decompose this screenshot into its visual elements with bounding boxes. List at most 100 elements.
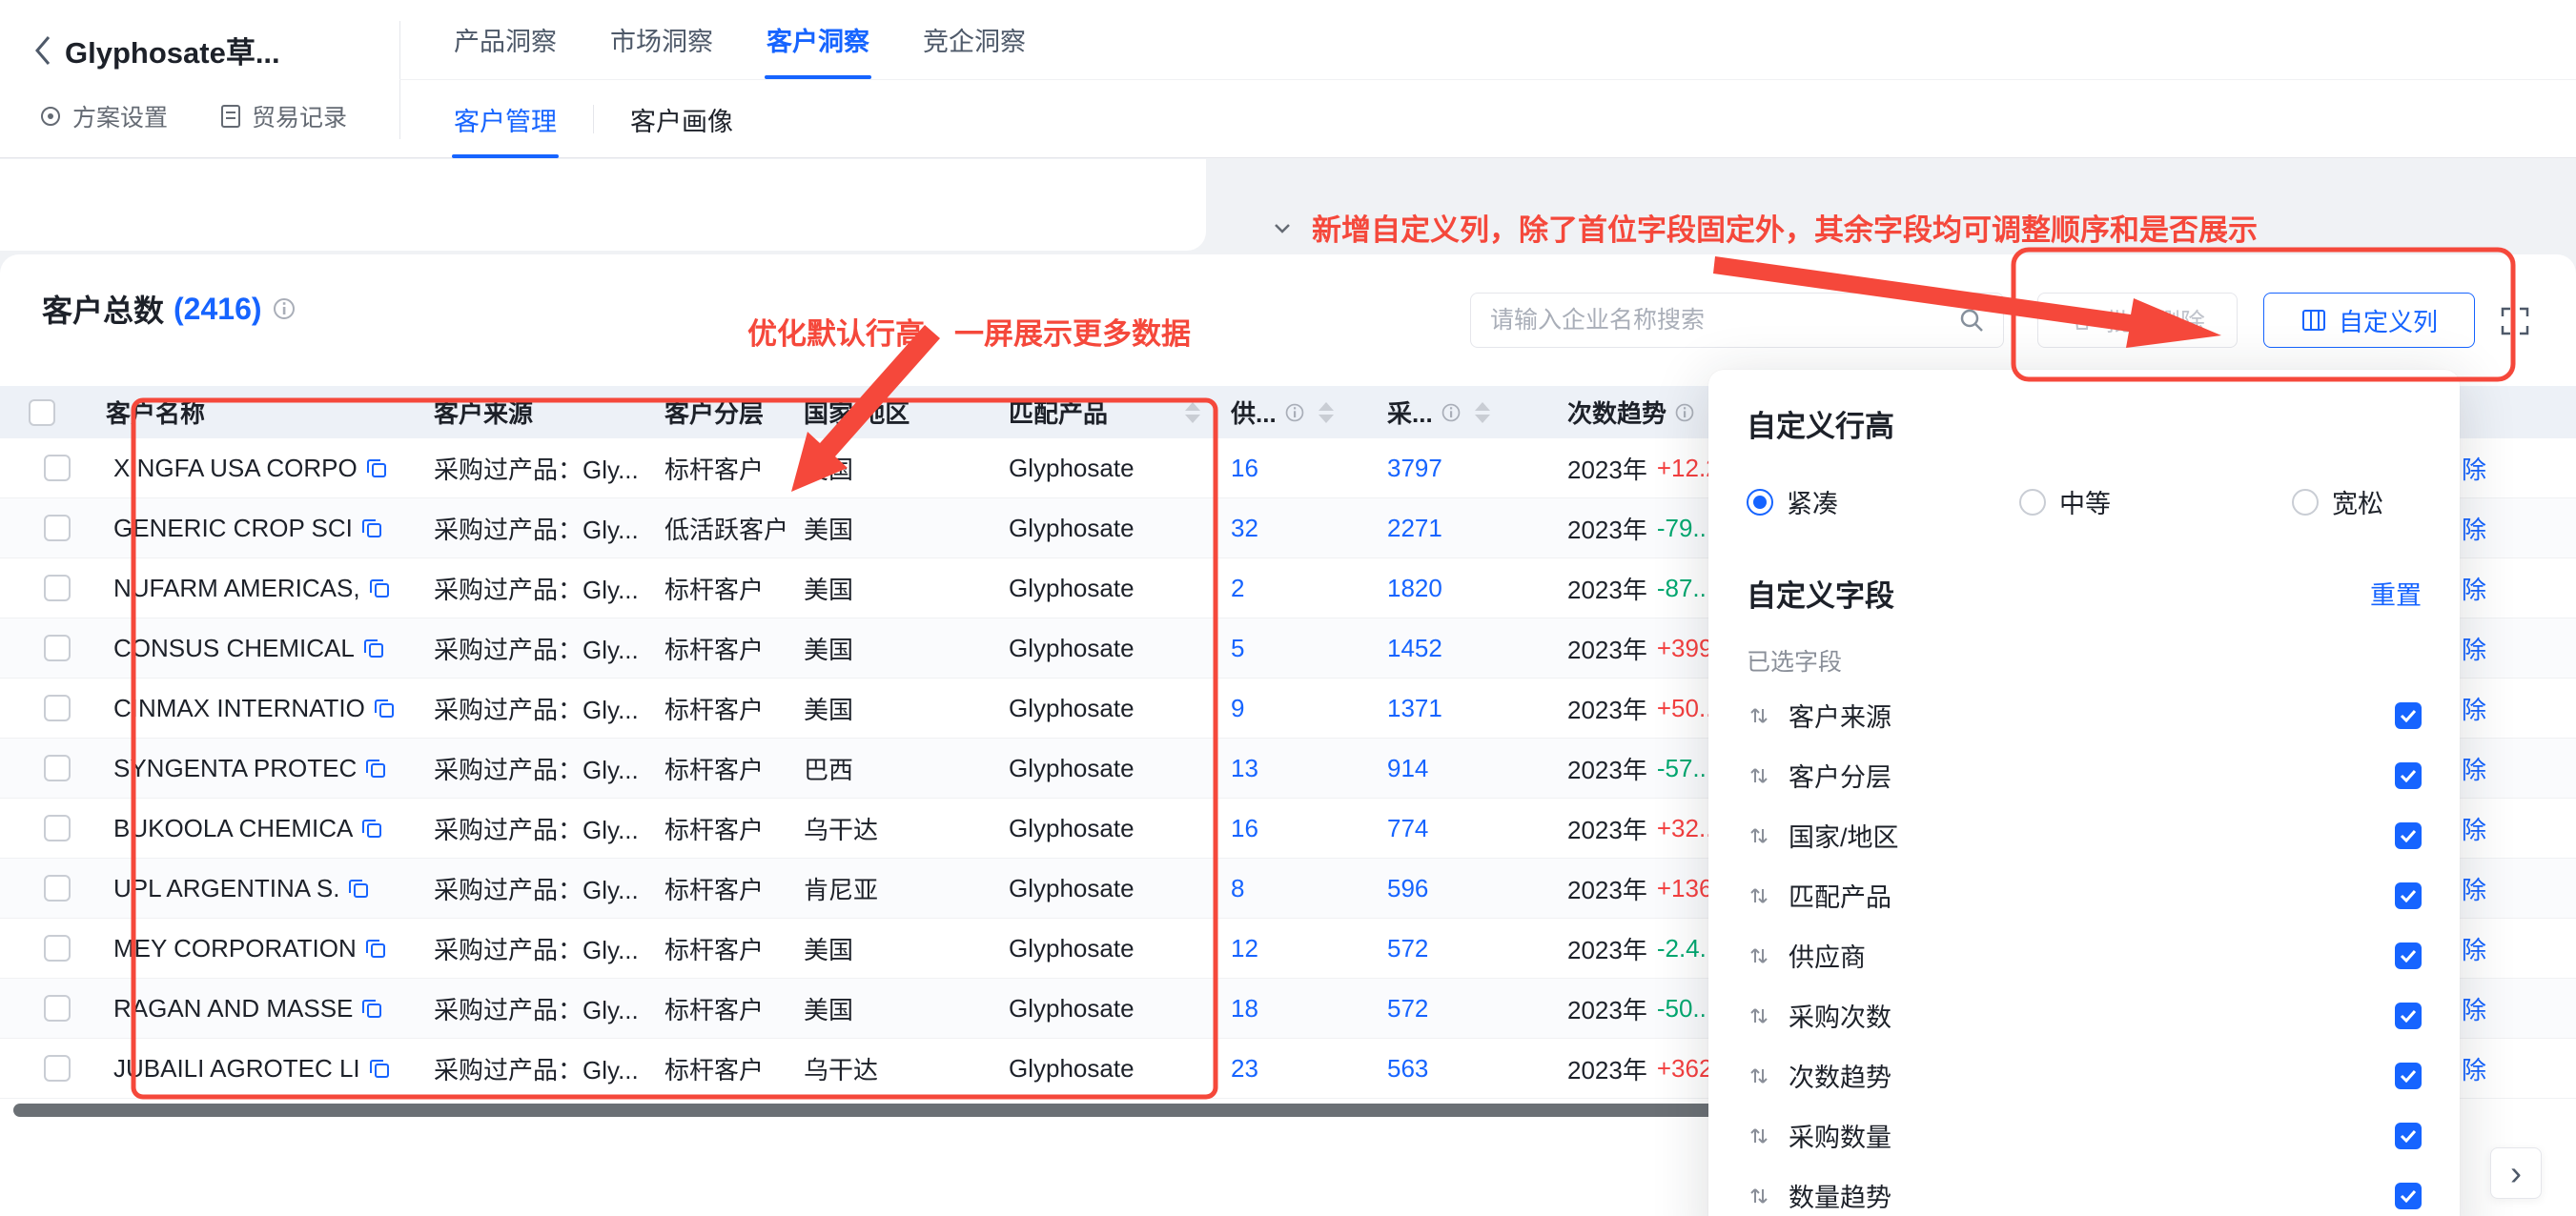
copy-icon[interactable] <box>373 697 396 719</box>
search-icon[interactable] <box>1957 306 1986 334</box>
fullscreen-button[interactable] <box>2496 302 2534 340</box>
purchase-count-link[interactable]: 596 <box>1387 874 1428 903</box>
field-checkbox[interactable] <box>2395 702 2422 729</box>
field-checkbox[interactable] <box>2395 822 2422 849</box>
customize-columns-button[interactable]: 自定义列 <box>2263 293 2475 348</box>
row-checkbox[interactable] <box>44 875 71 902</box>
supplier-count-link[interactable]: 8 <box>1231 874 1244 903</box>
customer-name[interactable]: BUKOOLA CHEMICA <box>113 814 353 843</box>
copy-icon[interactable] <box>362 637 385 659</box>
drag-handle-icon[interactable] <box>1747 703 1771 728</box>
purchase-count-link[interactable]: 1820 <box>1387 574 1442 603</box>
tab-product-insight[interactable]: 产品洞察 <box>452 0 559 79</box>
reset-link[interactable]: 重置 <box>2370 575 2422 612</box>
field-checkbox[interactable] <box>2395 942 2422 969</box>
chevron-down-icon[interactable] <box>1268 213 1297 242</box>
field-checkbox[interactable] <box>2395 1183 2422 1209</box>
row-height-option-medium[interactable]: 中等 <box>2019 483 2111 520</box>
purchase-count-link[interactable]: 1371 <box>1387 694 1442 723</box>
row-checkbox[interactable] <box>44 815 71 841</box>
sort-icon[interactable] <box>1319 402 1334 423</box>
row-checkbox[interactable] <box>44 455 71 481</box>
purchase-count-link[interactable]: 3797 <box>1387 454 1442 483</box>
customer-name[interactable]: NUFARM AMERICAS, <box>113 574 360 603</box>
copy-icon[interactable] <box>347 877 370 900</box>
info-icon[interactable] <box>1441 402 1462 423</box>
info-icon[interactable] <box>1674 402 1695 423</box>
customer-name[interactable]: RAGAN AND MASSE <box>113 994 353 1023</box>
supplier-count-link[interactable]: 5 <box>1231 634 1244 663</box>
purchase-count-link[interactable]: 2271 <box>1387 514 1442 543</box>
row-checkbox[interactable] <box>44 935 71 962</box>
tab-customer-profile[interactable]: 客户画像 <box>628 80 735 158</box>
copy-icon[interactable] <box>360 997 383 1020</box>
field-checkbox[interactable] <box>2395 1123 2422 1149</box>
supplier-count-link[interactable]: 2 <box>1231 574 1244 603</box>
row-checkbox[interactable] <box>44 695 71 721</box>
copy-icon[interactable] <box>360 517 383 539</box>
menu-item-scheme-settings[interactable]: 方案设置 <box>38 99 168 133</box>
field-checkbox[interactable] <box>2395 882 2422 909</box>
row-checkbox[interactable] <box>44 1055 71 1082</box>
drag-handle-icon[interactable] <box>1747 943 1771 968</box>
customer-name[interactable]: CONSUS CHEMICAL <box>113 634 355 663</box>
field-checkbox[interactable] <box>2395 1003 2422 1029</box>
drag-handle-icon[interactable] <box>1747 823 1771 848</box>
supplier-count-link[interactable]: 13 <box>1231 754 1258 783</box>
sort-icon[interactable] <box>1185 402 1200 423</box>
select-all-checkbox[interactable] <box>29 399 55 426</box>
row-height-option-compact[interactable]: 紧凑 <box>1747 483 1838 520</box>
info-icon[interactable] <box>272 296 296 321</box>
purchase-count-link[interactable]: 563 <box>1387 1054 1428 1084</box>
customer-name[interactable]: UPL ARGENTINA S. <box>113 874 339 903</box>
drag-handle-icon[interactable] <box>1747 1184 1771 1208</box>
drag-handle-icon[interactable] <box>1747 763 1771 788</box>
row-height-option-loose[interactable]: 宽松 <box>2292 483 2383 520</box>
copy-icon[interactable] <box>360 817 383 840</box>
batch-delete-button[interactable]: 批量删除 <box>2037 293 2238 348</box>
supplier-count-link[interactable]: 12 <box>1231 934 1258 963</box>
tab-customer-insight[interactable]: 客户洞察 <box>765 0 871 79</box>
row-checkbox[interactable] <box>44 515 71 541</box>
supplier-count-link[interactable]: 9 <box>1231 694 1244 723</box>
customer-name[interactable]: CINMAX INTERNATIO <box>113 694 365 723</box>
purchase-count-link[interactable]: 572 <box>1387 994 1428 1023</box>
menu-item-trade-records[interactable]: 贸易记录 <box>219 99 347 133</box>
copy-icon[interactable] <box>365 456 388 479</box>
supplier-count-link[interactable]: 32 <box>1231 514 1258 543</box>
customer-name[interactable]: GENERIC CROP SCI <box>113 514 353 543</box>
horizontal-scrollbar[interactable] <box>13 1104 1720 1117</box>
tab-customer-management[interactable]: 客户管理 <box>452 80 559 158</box>
copy-icon[interactable] <box>368 577 391 599</box>
tab-market-insight[interactable]: 市场洞察 <box>608 0 715 79</box>
copy-icon[interactable] <box>368 1057 391 1080</box>
back-icon[interactable] <box>32 31 53 70</box>
radio-icon[interactable] <box>2292 489 2319 516</box>
radio-icon[interactable] <box>1747 489 1773 516</box>
customer-name[interactable]: XINGFA USA CORPO <box>113 454 358 483</box>
radio-icon[interactable] <box>2019 489 2046 516</box>
sort-icon[interactable] <box>1475 402 1490 423</box>
search-input[interactable] <box>1488 306 1957 335</box>
copy-icon[interactable] <box>364 937 387 960</box>
customer-name[interactable]: MEY CORPORATION <box>113 934 357 963</box>
field-checkbox[interactable] <box>2395 1063 2422 1089</box>
drag-handle-icon[interactable] <box>1747 883 1771 908</box>
field-checkbox[interactable] <box>2395 762 2422 789</box>
supplier-count-link[interactable]: 16 <box>1231 814 1258 843</box>
purchase-count-link[interactable]: 774 <box>1387 814 1428 843</box>
drag-handle-icon[interactable] <box>1747 1003 1771 1028</box>
supplier-count-link[interactable]: 18 <box>1231 994 1258 1023</box>
purchase-count-link[interactable]: 572 <box>1387 934 1428 963</box>
drag-handle-icon[interactable] <box>1747 1124 1771 1148</box>
next-page-button[interactable]: › <box>2490 1147 2542 1199</box>
purchase-count-link[interactable]: 1452 <box>1387 634 1442 663</box>
customer-name[interactable]: SYNGENTA PROTEC <box>113 754 357 783</box>
drag-handle-icon[interactable] <box>1747 1064 1771 1088</box>
supplier-count-link[interactable]: 16 <box>1231 454 1258 483</box>
info-icon[interactable] <box>1284 402 1305 423</box>
row-checkbox[interactable] <box>44 575 71 601</box>
row-checkbox[interactable] <box>44 995 71 1022</box>
tab-competitor-insight[interactable]: 竞企洞察 <box>921 0 1028 79</box>
purchase-count-link[interactable]: 914 <box>1387 754 1428 783</box>
